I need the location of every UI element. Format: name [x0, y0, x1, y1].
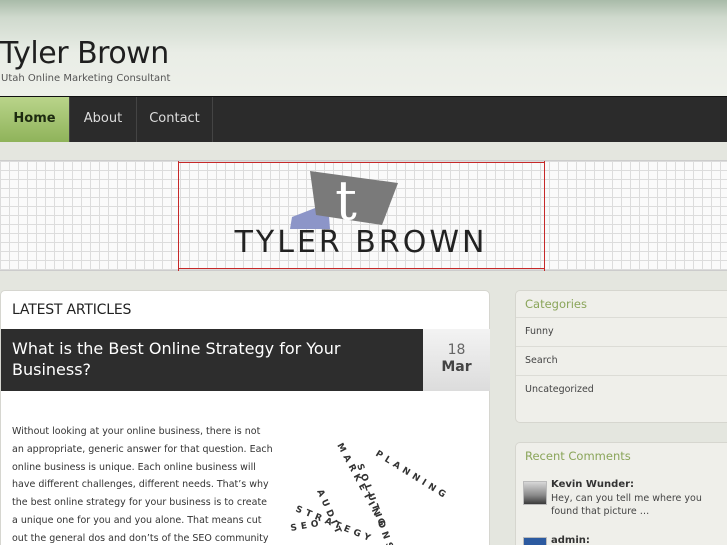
comment-text[interactable]: Hey, can you tell me where you found tha… [551, 492, 721, 518]
word-tiles-image: MARKETING STRATEGY PLANNING SOLUTIONS AU… [290, 442, 451, 545]
category-item-search[interactable]: Search [516, 346, 727, 375]
post-title-bar: What is the Best Online Strategy for You… [1, 329, 423, 391]
banner-rule-bottom [178, 268, 544, 269]
admin-avatar [523, 537, 547, 545]
post-date-month: Mar [441, 359, 472, 375]
section-heading: LATEST ARTICLES [12, 302, 132, 318]
banner-rule-right [544, 161, 545, 271]
main-content: LATEST ARTICLES What is the Best Online … [0, 290, 490, 545]
categories-title: Categories [525, 297, 587, 311]
site-title[interactable]: Tyler Brown [0, 36, 169, 71]
nav-item-contact[interactable]: Contact [137, 97, 213, 142]
site-header: Tyler Brown Utah Online Marketing Consul… [0, 0, 727, 96]
recent-comments-title: Recent Comments [525, 449, 631, 463]
tiles-word-seo: SEO [290, 519, 324, 534]
banner-name: TYLER BROWN [234, 225, 488, 260]
site-tagline: Utah Online Marketing Consultant [1, 73, 171, 84]
post-date-day: 18 [447, 342, 466, 358]
commenter-avatar [523, 481, 547, 505]
logo-letter: t [335, 169, 357, 229]
comment-author[interactable]: Kevin Wunder: [551, 479, 634, 490]
banner-rule-top [178, 162, 544, 163]
recent-comments-widget: Recent Comments Kevin Wunder: Hey, can y… [515, 442, 727, 545]
comment-author-admin[interactable]: admin: [551, 535, 590, 545]
tiles-word-planning: PLANNING [373, 449, 450, 502]
nav-item-home[interactable]: Home [0, 97, 70, 142]
post-excerpt: Without looking at your online business,… [12, 426, 273, 544]
categories-widget: Categories Funny Search Uncategorized [515, 290, 727, 423]
tb-logo-icon: t [290, 169, 398, 229]
category-item-uncategorized[interactable]: Uncategorized [516, 375, 727, 404]
post-title[interactable]: What is the Best Online Strategy for You… [12, 338, 412, 380]
post-date: 18 Mar [423, 329, 490, 391]
header-banner: t TYLER BROWN [0, 160, 727, 271]
main-nav: Home About Contact [0, 96, 727, 142]
nav-item-about[interactable]: About [70, 97, 137, 142]
category-item-funny[interactable]: Funny [516, 317, 727, 346]
